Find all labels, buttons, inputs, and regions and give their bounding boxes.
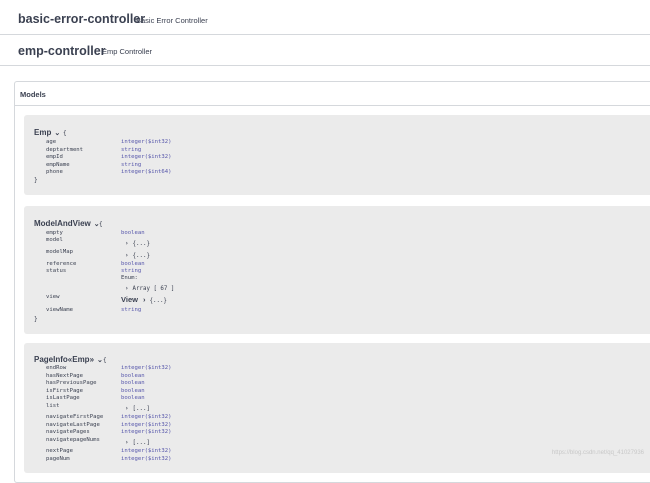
property-name: pageNum — [46, 455, 70, 462]
property-type: string — [121, 161, 142, 168]
property-type: integer($int32) — [121, 455, 172, 462]
enum-array: Array [ 67 ] — [132, 286, 175, 292]
controller-name[interactable]: emp-controller — [18, 44, 106, 58]
brace-close: } — [34, 177, 38, 184]
controller-section[interactable]: emp-controller Emp Controller — [0, 35, 650, 66]
property-type: integer($int32) — [121, 154, 172, 160]
models-title: Models — [20, 90, 46, 99]
property-type: boolean — [121, 387, 145, 394]
property-name: endRow — [46, 365, 67, 371]
brace-open: { — [103, 357, 107, 364]
property-name: list — [46, 402, 60, 409]
brace-open: { — [63, 130, 67, 137]
model-title-label: ModelAndView — [34, 219, 91, 228]
property-name: navigatepageNums — [46, 436, 100, 443]
property-type: integer($int32) — [121, 448, 172, 454]
model-title[interactable]: ModelAndView ⌄ — [34, 219, 100, 228]
expand-model[interactable]: › {...} — [125, 241, 150, 247]
collapsed-array: [...] — [132, 406, 150, 412]
model-title-label: Emp — [34, 128, 52, 137]
collapsed-object: {...} — [149, 298, 167, 304]
collapsed-object: {...} — [132, 241, 150, 247]
property-type: integer($int32) — [121, 421, 172, 428]
property-type: integer($int32) — [121, 365, 172, 371]
chevron-right-icon[interactable]: › — [125, 286, 129, 292]
property-name: age — [46, 139, 57, 145]
property-name: empId — [46, 154, 63, 160]
property-type: integer($int32) — [121, 139, 172, 145]
model-card-emp: Emp ⌄ { age integer($int32) deptartment s… — [24, 115, 650, 195]
property-type: integer($int32) — [121, 414, 172, 420]
property-name: phone — [46, 169, 63, 175]
property-name: reference — [46, 261, 77, 267]
property-type: string — [121, 268, 142, 274]
enum-label: Enum: — [121, 275, 138, 281]
models-header[interactable]: Models — [15, 82, 650, 106]
chevron-down-icon[interactable]: ⌄ — [54, 130, 60, 137]
property-type: boolean — [121, 372, 145, 379]
property-type: boolean — [121, 261, 145, 267]
property-type: integer($int64) — [121, 169, 172, 175]
model-card-modelandview: ModelAndView ⌄ { empty boolean model › {..… — [24, 206, 650, 334]
chevron-right-icon[interactable]: › — [143, 295, 146, 304]
property-type: string — [121, 146, 142, 153]
brace-open: { — [99, 221, 103, 228]
property-name: navigatePages — [46, 429, 90, 435]
property-name: navigateFirstPage — [46, 414, 104, 420]
chevron-right-icon[interactable]: › — [125, 241, 129, 247]
property-name: empty — [46, 230, 63, 236]
chevron-down-icon[interactable]: ⌄ — [97, 357, 103, 364]
expand-enum[interactable]: › Array [ 67 ] — [125, 286, 174, 292]
model-title[interactable]: PageInfo«Emp» ⌄ — [34, 355, 103, 364]
collapsed-object: {...} — [132, 253, 150, 259]
brace-close: } — [34, 316, 38, 323]
model-title[interactable]: Emp ⌄ — [34, 128, 60, 137]
property-name: modelMap — [46, 249, 73, 255]
property-type: boolean — [121, 395, 145, 401]
property-name: viewName — [46, 307, 73, 313]
property-name: nextPage — [46, 448, 73, 454]
property-name: status — [46, 268, 67, 274]
property-type: boolean — [121, 230, 145, 236]
property-name: isFirstPage — [46, 387, 84, 394]
controller-name[interactable]: basic-error-controller — [18, 12, 145, 26]
property-name: empName — [46, 161, 70, 168]
property-name: hasPreviousPage — [46, 380, 97, 386]
controller-description: Emp Controller — [102, 47, 153, 56]
property-name: deptartment — [46, 146, 84, 153]
property-name: view — [46, 294, 60, 300]
property-type: boolean — [121, 380, 145, 386]
model-title-label: PageInfo«Emp» — [34, 355, 95, 364]
expand-navigatepagenums[interactable]: › [...] — [125, 440, 150, 446]
property-type: string — [121, 307, 142, 313]
controller-description: Basic Error Controller — [136, 16, 208, 25]
chevron-right-icon[interactable]: › — [125, 440, 129, 446]
property-name: hasNextPage — [46, 372, 84, 379]
property-type: integer($int32) — [121, 429, 172, 435]
controller-section[interactable]: basic-error-controller Basic Error Contr… — [0, 0, 650, 35]
chevron-right-icon[interactable]: › — [125, 253, 129, 259]
view-ref-label: View — [121, 295, 138, 304]
view-reference[interactable]: View › {...} — [121, 295, 167, 304]
property-name: navigateLastPage — [46, 421, 100, 428]
collapsed-array: [...] — [132, 440, 150, 446]
watermark: https://blog.csdn.net/qq_41027936 — [551, 450, 644, 456]
property-name: isLastPage — [46, 395, 80, 401]
property-name: model — [46, 237, 63, 243]
chevron-right-icon[interactable]: › — [125, 406, 129, 412]
expand-modelmap[interactable]: › {...} — [125, 253, 150, 259]
expand-list[interactable]: › [...] — [125, 406, 150, 412]
